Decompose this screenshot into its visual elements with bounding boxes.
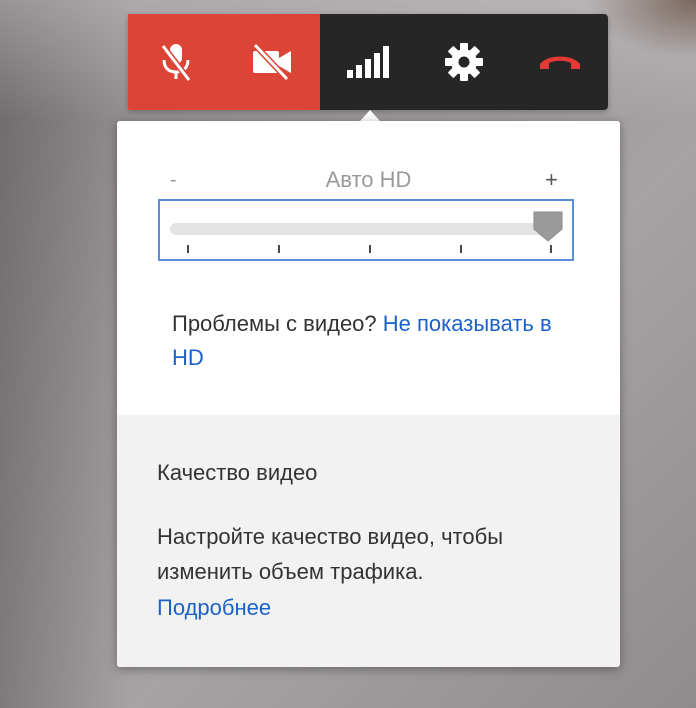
end-call-icon <box>540 56 580 69</box>
video-off-icon <box>252 42 291 82</box>
slider-tick <box>460 245 462 253</box>
settings-button[interactable] <box>416 14 512 110</box>
bandwidth-popup: - Авто HD + Проблемы с видео? Не показыв… <box>117 121 620 667</box>
slider-tick <box>550 245 552 253</box>
slider-tick <box>369 245 371 253</box>
popup-quality-section: - Авто HD + Проблемы с видео? Не показыв… <box>117 121 620 415</box>
quality-plus-label: + <box>545 167 558 192</box>
slider-track <box>170 223 552 235</box>
mic-toggle-button[interactable] <box>128 14 224 110</box>
quality-slider[interactable] <box>158 199 574 261</box>
gear-icon <box>445 43 483 81</box>
info-title: Качество видео <box>157 460 318 485</box>
call-toolbar <box>128 14 608 110</box>
learn-more-link[interactable]: Подробнее <box>157 590 271 625</box>
popup-caret <box>360 110 380 121</box>
bandwidth-button[interactable] <box>320 14 416 110</box>
slider-tick <box>278 245 280 253</box>
camera-toggle-button[interactable] <box>224 14 320 110</box>
slider-tick <box>187 245 189 253</box>
info-description: Настройте качество видео, чтобы изменить… <box>157 524 504 584</box>
signal-bars-icon <box>347 46 389 78</box>
problem-question: Проблемы с видео? <box>172 311 377 336</box>
video-problem-text: Проблемы с видео? Не показывать в HD <box>172 307 572 375</box>
hang-up-button[interactable] <box>512 14 608 110</box>
slider-thumb[interactable] <box>531 209 565 243</box>
mic-off-icon <box>160 44 192 82</box>
